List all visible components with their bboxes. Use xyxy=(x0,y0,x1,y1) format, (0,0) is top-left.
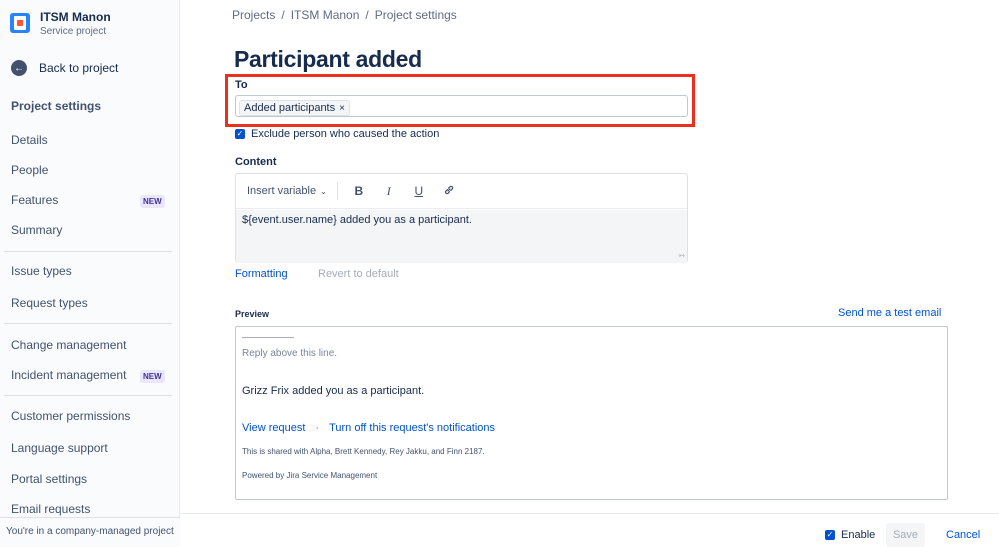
arrow-left-icon: ← xyxy=(11,60,27,76)
new-badge: NEW xyxy=(140,370,165,383)
cancel-button[interactable]: Cancel xyxy=(946,529,980,541)
exclude-checkbox[interactable]: ✓ xyxy=(235,129,245,139)
sidebar-item-request-types[interactable]: Request types xyxy=(11,296,88,310)
breadcrumb-separator: / xyxy=(281,8,285,22)
content-textarea[interactable]: ${event.user.name} added you as a partic… xyxy=(236,210,687,263)
sidebar-item-summary[interactable]: Summary xyxy=(11,223,62,237)
recipients-field[interactable]: Added participants × xyxy=(235,95,688,117)
exclude-label: Exclude person who caused the action xyxy=(251,128,440,140)
resize-handle-icon[interactable]: ⇿ xyxy=(678,251,685,260)
sidebar-divider xyxy=(4,395,172,396)
breadcrumb-projects[interactable]: Projects xyxy=(232,8,275,22)
email-preview: Reply above this line. Grizz Frix added … xyxy=(235,326,948,500)
sidebar-item-issue-types[interactable]: Issue types xyxy=(11,264,72,278)
view-request-link[interactable]: View request xyxy=(242,422,305,434)
underline-button[interactable]: U xyxy=(408,184,430,198)
action-footer: ✓ Enable Save Cancel xyxy=(180,513,999,547)
shared-with-text: This is shared with Alpha, Brett Kennedy… xyxy=(242,447,485,456)
formatting-link[interactable]: Formatting xyxy=(235,268,288,280)
sidebar-divider xyxy=(4,251,172,252)
breadcrumb-project[interactable]: ITSM Manon xyxy=(291,8,360,22)
content-editor: Insert variable ⌄ B I U ${event.user.nam… xyxy=(235,173,688,263)
recipient-chip[interactable]: Added participants × xyxy=(239,100,350,116)
project-icon xyxy=(10,13,30,33)
to-label: To xyxy=(235,79,248,91)
editor-toolbar: Insert variable ⌄ B I U xyxy=(236,174,687,209)
close-icon[interactable]: × xyxy=(339,103,345,114)
reply-above-text: Reply above this line. xyxy=(242,348,338,359)
breadcrumb-project-settings[interactable]: Project settings xyxy=(375,8,457,22)
insert-variable-dropdown[interactable]: Insert variable ⌄ xyxy=(247,185,327,197)
recipient-chip-label: Added participants xyxy=(244,102,336,114)
project-settings-heading: Project settings xyxy=(11,99,102,113)
link-icon[interactable] xyxy=(438,184,460,199)
sidebar-item-portal-settings[interactable]: Portal settings xyxy=(11,472,87,486)
breadcrumb-separator: / xyxy=(365,8,369,22)
sidebar-item-details[interactable]: Details xyxy=(11,133,48,147)
project-type: Service project xyxy=(40,26,107,37)
insert-variable-label: Insert variable xyxy=(247,185,317,197)
bold-button[interactable]: B xyxy=(348,184,370,198)
sidebar-item-features[interactable]: Features xyxy=(11,193,58,207)
new-badge: NEW xyxy=(140,195,165,208)
enable-label: Enable xyxy=(841,529,876,541)
link-separator: · xyxy=(315,422,320,434)
enable-checkbox[interactable]: ✓ xyxy=(825,530,835,540)
powered-by-text: Powered by Jira Service Management xyxy=(242,471,378,480)
back-to-project-link[interactable]: ← Back to project xyxy=(11,60,118,76)
send-test-email-link[interactable]: Send me a test email xyxy=(838,307,941,319)
page-title: Participant added xyxy=(234,46,422,72)
preview-label: Preview xyxy=(235,309,270,319)
breadcrumb: Projects / ITSM Manon / Project settings xyxy=(232,8,457,22)
preview-links: View request · Turn off this request's n… xyxy=(242,422,495,434)
sidebar-item-customer-permissions[interactable]: Customer permissions xyxy=(11,409,130,423)
sidebar-divider xyxy=(4,323,172,324)
toolbar-divider xyxy=(336,182,338,200)
sidebar: ITSM Manon Service project ← Back to pro… xyxy=(0,0,180,547)
project-type-note: You're in a company-managed project xyxy=(0,517,180,547)
project-header[interactable]: ITSM Manon Service project xyxy=(10,10,111,37)
content-label: Content xyxy=(235,156,277,168)
enable-toggle[interactable]: ✓ Enable xyxy=(825,529,875,541)
sidebar-item-email-requests[interactable]: Email requests xyxy=(11,502,90,516)
sidebar-item-change-management[interactable]: Change management xyxy=(11,338,126,352)
exclude-option[interactable]: ✓ Exclude person who caused the action xyxy=(235,128,439,140)
save-button[interactable]: Save xyxy=(886,523,925,547)
sidebar-item-incident-management[interactable]: Incident management xyxy=(11,368,126,382)
turn-off-notifications-link[interactable]: Turn off this request's notifications xyxy=(329,422,495,434)
chevron-down-icon: ⌄ xyxy=(320,186,327,196)
back-label: Back to project xyxy=(39,61,119,75)
sidebar-item-people[interactable]: People xyxy=(11,163,48,177)
italic-button[interactable]: I xyxy=(378,184,400,199)
preview-message: Grizz Frix added you as a participant. xyxy=(242,385,425,397)
reply-divider xyxy=(242,337,294,338)
project-name: ITSM Manon xyxy=(40,10,111,24)
revert-to-default-link[interactable]: Revert to default xyxy=(318,268,399,280)
sidebar-item-language-support[interactable]: Language support xyxy=(11,441,108,455)
